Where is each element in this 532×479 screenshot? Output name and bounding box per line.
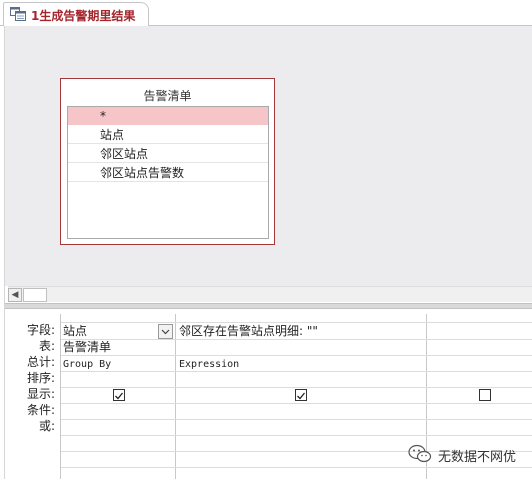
row-label-show: 显示: [26, 387, 55, 401]
wechat-icon [408, 444, 432, 463]
col3-show-checkbox[interactable] [479, 389, 491, 401]
grid-line [61, 435, 532, 436]
field-item-all[interactable]: * [68, 107, 268, 125]
row-label-or: 或: [38, 419, 55, 433]
table-field-list-window[interactable]: 告警清单 * 站点 邻区站点 邻区站点告警数 [60, 78, 275, 245]
row-label-field: 字段: [26, 323, 55, 337]
col2-total-cell[interactable]: Expression [179, 357, 239, 372]
watermark-text: 无数据不网优 [438, 450, 517, 465]
grid-line [61, 339, 532, 340]
grid-line [61, 467, 532, 468]
row-label-criteria: 条件: [26, 403, 55, 417]
grid-line [61, 371, 532, 372]
checkmark-icon [297, 392, 306, 400]
col1-total-cell[interactable]: Group By [63, 357, 111, 372]
field-item-site[interactable]: 站点 [68, 126, 268, 144]
document-tab-strip: 1生成告警期里结果 [0, 0, 532, 26]
chevron-down-icon [161, 329, 170, 335]
field-item-neighbor-alarm-count[interactable]: 邻区站点告警数 [68, 164, 268, 182]
field-item-neighbor-site[interactable]: 邻区站点 [68, 145, 268, 163]
query-document-tab[interactable]: 1生成告警期里结果 [3, 2, 149, 26]
grid-line [61, 419, 532, 420]
col1-field-cell[interactable]: 站点 [63, 324, 87, 339]
horizontal-scrollbar[interactable]: ◀ [8, 286, 532, 302]
col2-field-cell[interactable]: 邻区存在告警站点明细: "" [179, 324, 318, 339]
row-label-sort: 排序: [26, 371, 55, 385]
scroll-left-arrow-icon[interactable]: ◀ [8, 288, 22, 302]
grid-line [61, 387, 532, 388]
field-dropdown-button[interactable] [158, 324, 173, 339]
checkmark-icon [115, 392, 124, 400]
col1-show-checkbox[interactable] [113, 389, 125, 401]
field-list[interactable]: * 站点 邻区站点 邻区站点告警数 [67, 106, 269, 239]
table-title: 告警清单 [143, 89, 192, 103]
col1-table-cell[interactable]: 告警清单 [63, 340, 111, 355]
row-label-total: 总计: [26, 355, 55, 369]
col2-show-checkbox[interactable] [295, 389, 307, 401]
tab-title: 1生成告警期里结果 [31, 9, 136, 23]
query-design-icon [10, 7, 26, 21]
grid-line [61, 403, 532, 404]
scrollbar-thumb[interactable] [23, 288, 47, 302]
grid-line [61, 322, 532, 323]
row-label-table: 表: [38, 339, 55, 353]
grid-line [61, 355, 532, 356]
